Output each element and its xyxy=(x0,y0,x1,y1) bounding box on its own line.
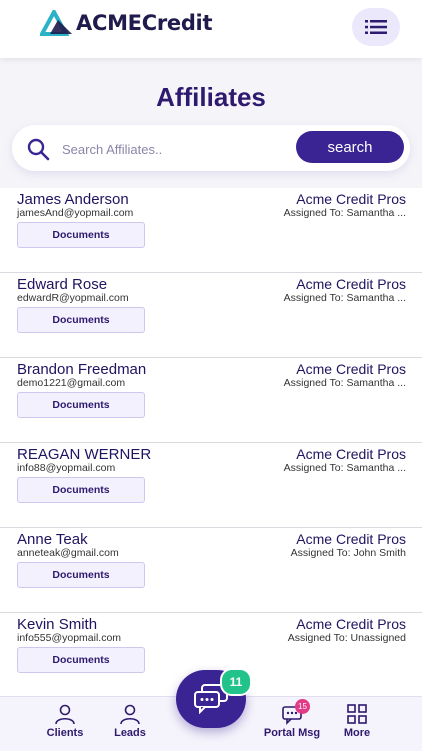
nav-item-clients[interactable]: Clients xyxy=(30,703,100,739)
acme-logo[interactable]: ACMECredit xyxy=(40,10,212,36)
menu-button[interactable] xyxy=(352,8,400,46)
app-header: ACMECredit xyxy=(0,0,422,58)
nav-item-more[interactable]: More xyxy=(322,703,392,739)
nav-label-portal-msg: Portal Msg xyxy=(263,727,321,739)
search-input[interactable] xyxy=(60,137,294,161)
affiliate-email: anneteak@gmail.com xyxy=(17,547,119,559)
documents-button[interactable]: Documents xyxy=(17,392,145,418)
affiliate-company: Acme Credit Pros xyxy=(296,361,406,377)
affiliate-company: Acme Credit Pros xyxy=(296,191,406,207)
list-menu-icon xyxy=(365,20,387,34)
user-icon xyxy=(55,704,75,725)
list-item[interactable]: Anne Teak anneteak@gmail.com Acme Credit… xyxy=(0,528,422,613)
search-icon xyxy=(27,138,50,161)
affiliate-email: jamesAnd@yopmail.com xyxy=(17,207,134,219)
affiliate-name: Anne Teak xyxy=(17,531,88,548)
documents-button[interactable]: Documents xyxy=(17,307,145,333)
nav-item-leads[interactable]: Leads xyxy=(95,703,165,739)
affiliate-name: James Anderson xyxy=(17,191,129,208)
search-bar: search xyxy=(12,125,410,171)
nav-label-more: More xyxy=(343,727,371,739)
affiliate-company: Acme Credit Pros xyxy=(296,531,406,547)
affiliate-name: Kevin Smith xyxy=(17,616,98,633)
grid-icon xyxy=(347,704,367,724)
affiliate-assigned: Assigned To: John Smith xyxy=(290,547,406,559)
list-item[interactable]: Brandon Freedman demo1221@gmail.com Acme… xyxy=(0,358,422,443)
affiliate-assigned: Assigned To: Samantha ... xyxy=(283,207,406,219)
list-item[interactable]: REAGAN WERNER info88@yopmail.com Acme Cr… xyxy=(0,443,422,528)
page-title: Affiliates xyxy=(156,82,266,112)
nav-label-leads: Leads xyxy=(114,727,146,739)
affiliate-assigned: Assigned To: Unassigned xyxy=(287,632,406,644)
nav-item-portal-msg[interactable]: 15 Portal Msg xyxy=(257,699,327,739)
chat-badge: 11 xyxy=(220,668,252,696)
affiliate-email: edwardR@yopmail.com xyxy=(17,292,129,304)
affiliate-company: Acme Credit Pros xyxy=(296,446,406,462)
affiliate-email: info88@yopmail.com xyxy=(17,462,116,474)
affiliate-company: Acme Credit Pros xyxy=(296,616,406,632)
affiliate-list: James Anderson jamesAnd@yopmail.com Acme… xyxy=(0,188,422,698)
list-item[interactable]: James Anderson jamesAnd@yopmail.com Acme… xyxy=(0,188,422,273)
user-icon xyxy=(120,704,140,725)
affiliate-assigned: Assigned To: Samantha ... xyxy=(283,377,406,389)
affiliate-company: Acme Credit Pros xyxy=(296,276,406,292)
list-item[interactable]: Edward Rose edwardR@yopmail.com Acme Cre… xyxy=(0,273,422,358)
documents-button[interactable]: Documents xyxy=(17,222,145,248)
portal-msg-badge: 15 xyxy=(295,699,310,714)
documents-button[interactable]: Documents xyxy=(17,562,145,588)
affiliate-email: info555@yopmail.com xyxy=(17,632,122,644)
affiliate-name: Edward Rose xyxy=(17,276,108,293)
nav-label-clients: Clients xyxy=(46,727,84,739)
documents-button[interactable]: Documents xyxy=(17,477,145,503)
documents-button[interactable]: Documents xyxy=(17,647,145,673)
logo-triangle-icon xyxy=(40,10,72,36)
affiliate-assigned: Assigned To: Samantha ... xyxy=(283,462,406,474)
search-button[interactable]: search xyxy=(296,131,404,163)
affiliate-name: REAGAN WERNER xyxy=(17,446,152,463)
affiliate-email: demo1221@gmail.com xyxy=(17,377,126,389)
affiliate-name: Brandon Freedman xyxy=(17,361,147,378)
logo-text: ACMECredit xyxy=(76,11,213,35)
affiliate-assigned: Assigned To: Samantha ... xyxy=(283,292,406,304)
